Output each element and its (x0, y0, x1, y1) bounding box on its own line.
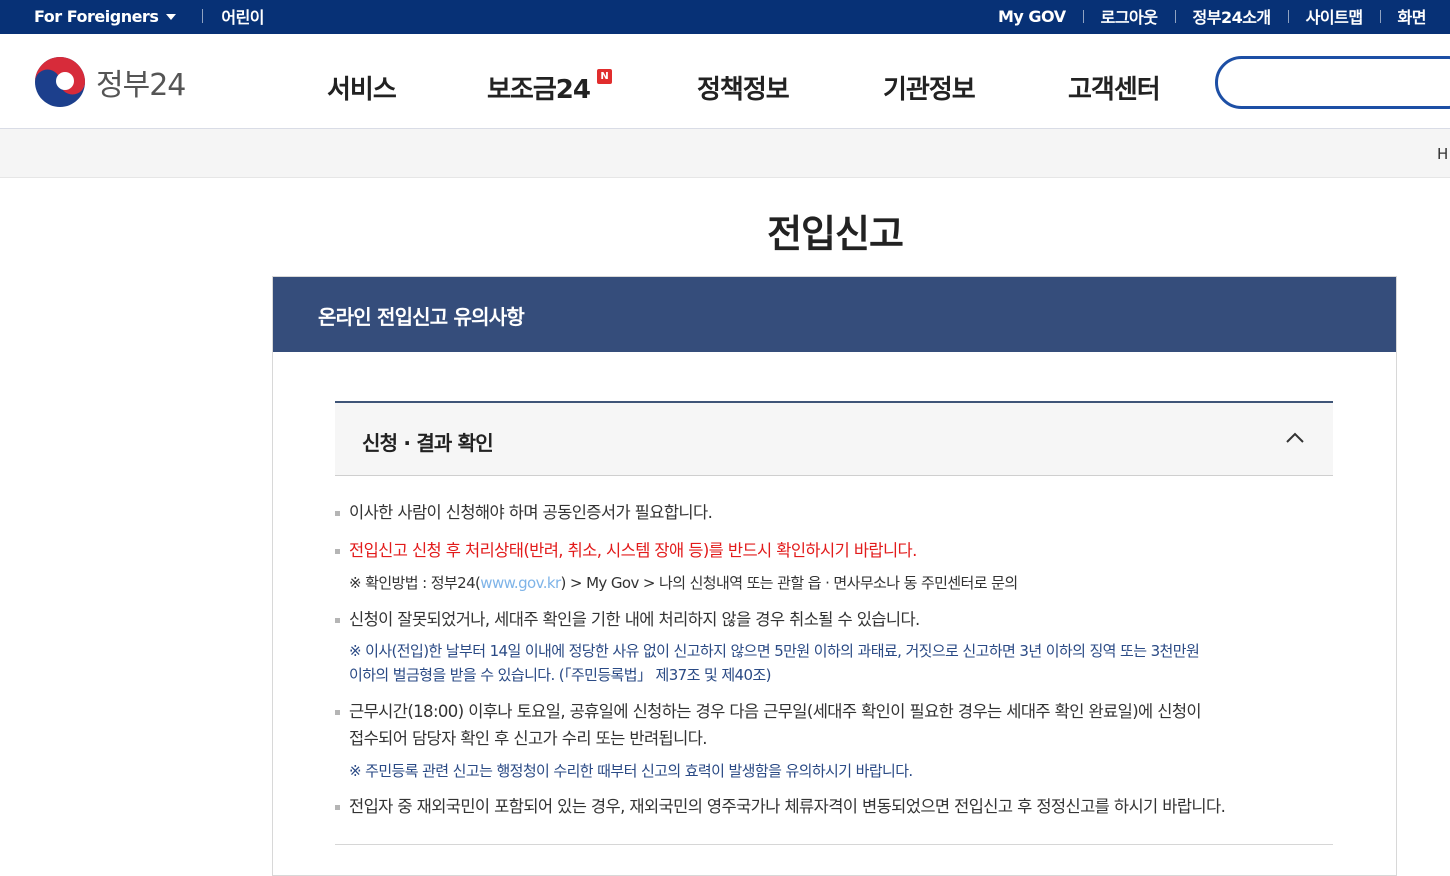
notice-panel: 온라인 전입신고 유의사항 신청 · 결과 확인 이사한 사람이 신청해야 하며… (272, 276, 1397, 876)
note-penalty-line1: ※ 이사(전입)한 날부터 14일 이내에 정당한 사유 없이 신고하지 않으면… (349, 642, 1200, 660)
list-item: 근무시간(18:00) 이후나 토요일, 공휴일에 신청하는 경우 다음 근무일… (335, 698, 1202, 725)
page-title: 전입신고 (767, 212, 904, 256)
nav-customer-center[interactable]: 고객센터 (1068, 69, 1161, 106)
accordion-title: 신청 · 결과 확인 (362, 431, 494, 455)
note-check-method: ※ 확인방법 : 정부24(www.gov.kr) > My Gov > 나의 … (349, 574, 1018, 592)
list-item: 전입자 중 재외국민이 포함되어 있는 경우, 재외국민의 영주국가나 체류자격… (335, 793, 1226, 820)
sitemap-link[interactable]: 사이트맵 (1306, 4, 1363, 28)
utility-bar: For Foreigners 어린이 My GOV 로그아웃 정부24소개 사이… (0, 0, 1450, 34)
divider (335, 844, 1333, 845)
caret-down-icon[interactable] (166, 14, 177, 20)
note-penalty-line2: 이하의 벌금형을 받을 수 있습니다. (「주민등록법」 제37조 및 제40조… (349, 666, 772, 684)
accordion-header[interactable]: 신청 · 결과 확인 (335, 401, 1333, 476)
nav-subsidy[interactable]: 보조금24 (487, 69, 591, 106)
bullet-icon (335, 805, 340, 810)
list-item: 전입신고 신청 후 처리상태(반려, 취소, 시스템 장애 등)를 반드시 확인… (335, 537, 917, 564)
notice-title: 온라인 전입신고 유의사항 (318, 305, 525, 329)
bullet-icon (335, 710, 340, 715)
bullet-icon (335, 511, 340, 516)
site-header: 정부24 서비스 보조금24 N 정책정보 기관정보 고객센터 (0, 34, 1450, 129)
screen-link[interactable]: 화면 (1398, 4, 1427, 28)
nav-agency[interactable]: 기관정보 (883, 69, 976, 106)
gov-kr-link[interactable]: www.gov.kr (480, 574, 561, 592)
home-breadcrumb[interactable]: H (1437, 145, 1448, 163)
chevron-up-icon[interactable] (1285, 430, 1305, 446)
divider (202, 9, 204, 23)
note-effect: ※ 주민등록 관련 신고는 행정청이 수리한 때부터 신고의 효력이 발생함을 … (349, 762, 913, 780)
bullet-icon (335, 549, 340, 554)
for-foreigners-menu[interactable]: For Foreigners (34, 7, 159, 26)
my-gov-link[interactable]: My GOV (998, 7, 1066, 26)
list-item: 이사한 사람이 신청해야 하며 공동인증서가 필요합니다. (335, 499, 713, 526)
list-item-continued: 접수되어 담당자 확인 후 신고가 수리 또는 반려됩니다. (349, 729, 708, 748)
nav-services[interactable]: 서비스 (327, 69, 397, 106)
divider (1174, 9, 1176, 23)
kids-link[interactable]: 어린이 (221, 4, 264, 28)
nav-policy[interactable]: 정책정보 (697, 69, 790, 106)
divider (1287, 9, 1289, 23)
utility-left: For Foreigners 어린이 (34, 4, 265, 28)
about-link[interactable]: 정부24소개 (1193, 4, 1272, 28)
utility-right: My GOV 로그아웃 정부24소개 사이트맵 화면 (998, 4, 1427, 28)
divider (1082, 9, 1084, 23)
notice-header: 온라인 전입신고 유의사항 (273, 277, 1396, 352)
search-input[interactable] (1215, 56, 1450, 109)
logout-link[interactable]: 로그아웃 (1101, 4, 1158, 28)
bullet-icon (335, 618, 340, 623)
list-item: 신청이 잘못되었거나, 세대주 확인을 기한 내에 처리하지 않을 경우 취소될… (335, 606, 920, 633)
divider (1379, 9, 1381, 23)
location-bar: H (0, 129, 1450, 178)
new-badge: N (597, 69, 612, 84)
